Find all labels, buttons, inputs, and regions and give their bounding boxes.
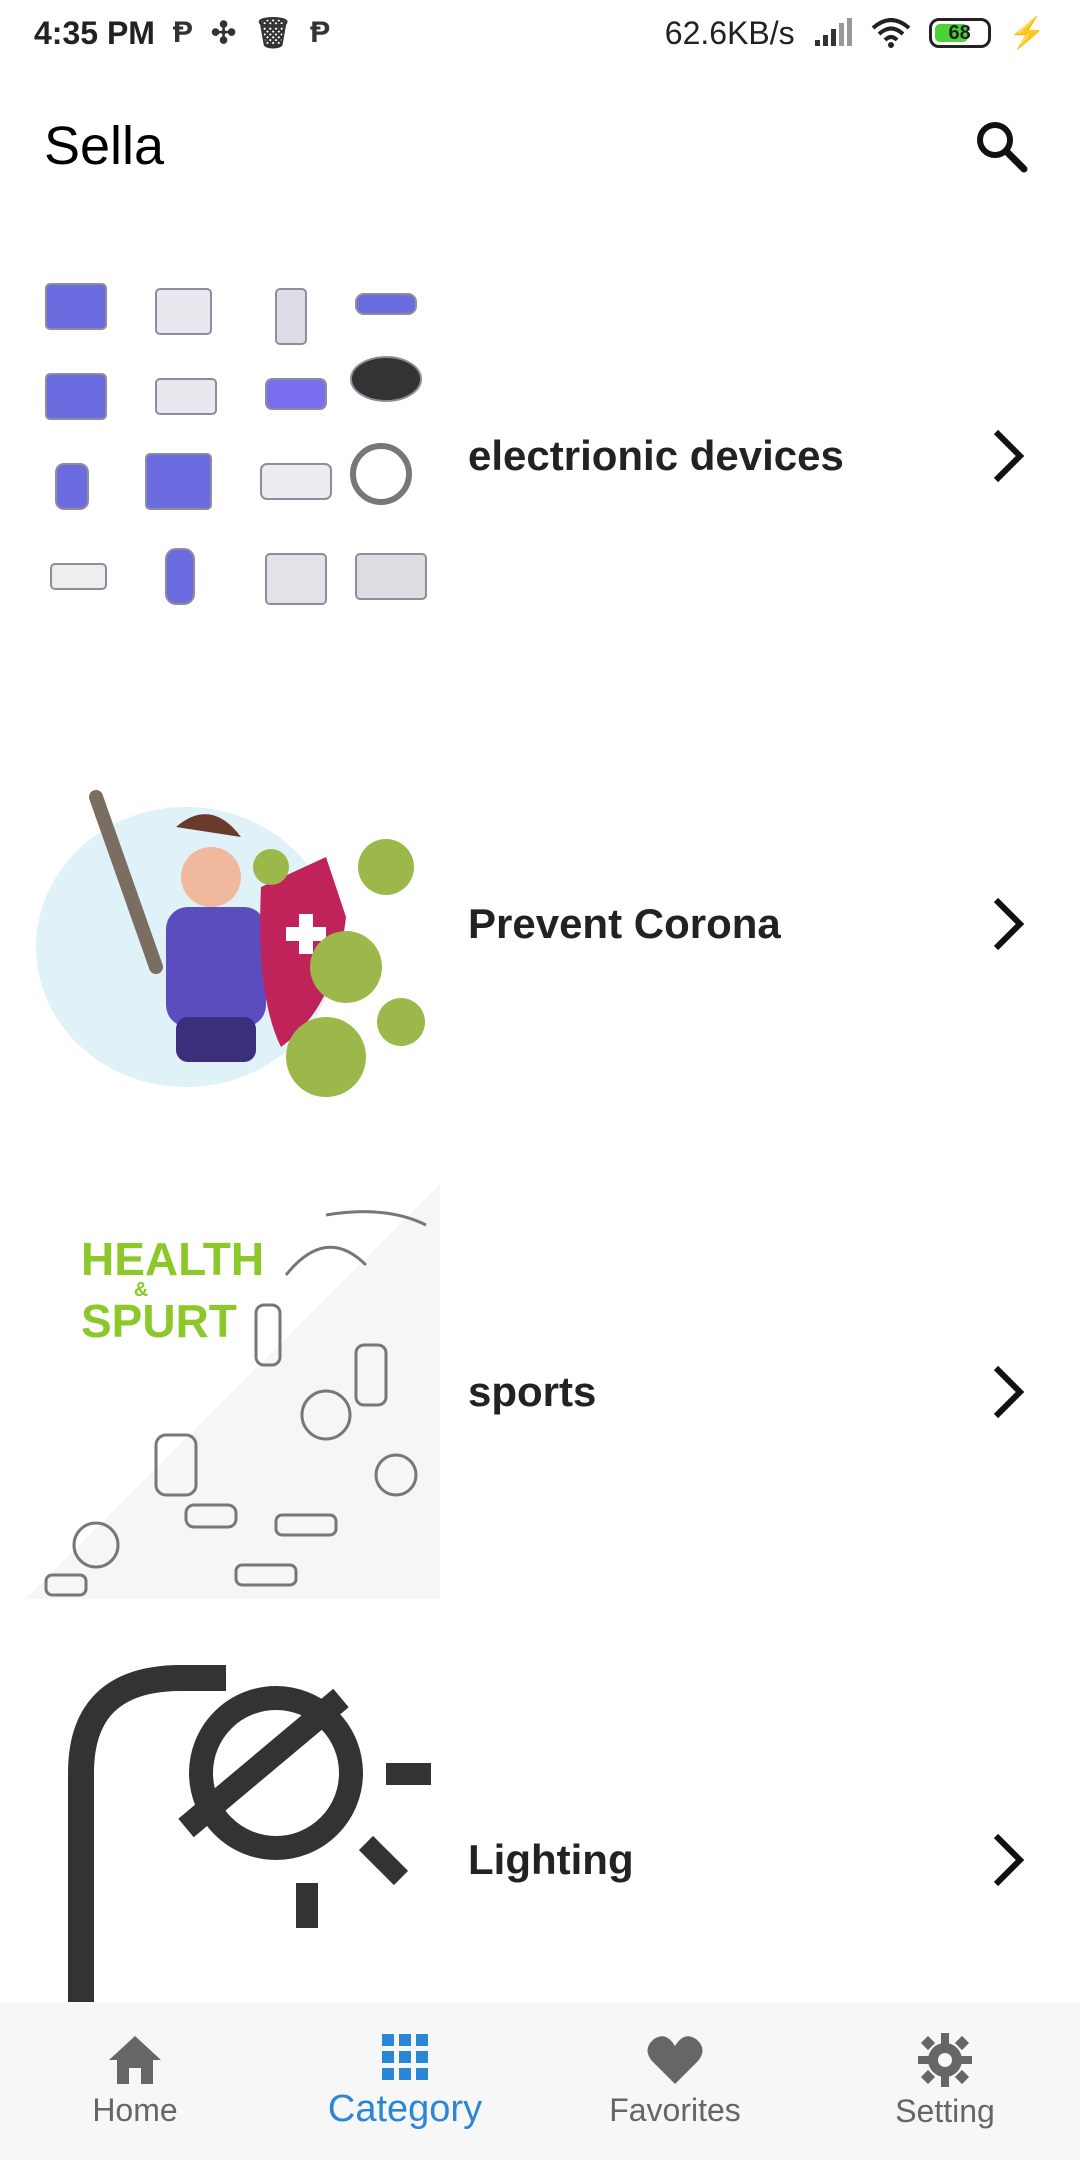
bottom-navigation: Home Category Favorites Setting — [0, 2002, 1080, 2160]
wifi-icon — [871, 18, 910, 48]
prevent-corona-image — [26, 717, 440, 1131]
electronic-devices-image — [26, 249, 440, 663]
charging-icon: ⚡ — [1008, 16, 1046, 50]
nav-category[interactable]: Category — [295, 2032, 515, 2131]
category-label: Lighting — [468, 1836, 634, 1883]
nav-setting[interactable]: Setting — [835, 2032, 1055, 2130]
parking-app-icon-2: Ᵽ — [310, 16, 331, 49]
heart-icon — [647, 2035, 703, 2084]
parking-app-icon: Ᵽ — [172, 16, 193, 49]
nav-label: Setting — [895, 2092, 995, 2129]
chevron-right-icon — [993, 897, 1025, 951]
signal-icon — [814, 18, 852, 46]
nav-favorites[interactable]: Favorites — [565, 2034, 785, 2129]
network-speed: 62.6KB/s — [664, 14, 795, 51]
category-row-electronic-devices[interactable]: electrionic devices — [0, 236, 1080, 676]
app-title: Sella — [44, 116, 165, 176]
status-bar: 4:35 PM Ᵽ ✣ 🗑 Ᵽ 62.6KB/s 68 ⚡ — [0, 0, 1080, 66]
nav-label: Favorites — [609, 2091, 741, 2128]
nav-home[interactable]: Home — [25, 2034, 245, 2129]
pinwheel-icon: ✣ — [210, 16, 237, 50]
trash-icon: 🗑 — [254, 16, 293, 50]
category-row-sports[interactable]: HEALTH & SPURT sports — [0, 1172, 1080, 1612]
category-row-prevent-corona[interactable]: Prevent Corona — [0, 704, 1080, 1144]
search-button[interactable] — [966, 111, 1036, 181]
category-label: electrionic devices — [468, 432, 844, 479]
gear-icon — [918, 2032, 972, 2087]
nav-label: Home — [92, 2091, 178, 2128]
grid-icon — [382, 2033, 428, 2080]
status-time: 4:35 PM — [34, 14, 155, 51]
app-bar: Sella — [0, 66, 1080, 226]
battery-indicator: 68 — [928, 18, 991, 48]
battery-level: 68 — [948, 21, 971, 44]
chevron-right-icon — [993, 429, 1025, 483]
chevron-right-icon — [993, 1833, 1025, 1887]
sports-image: HEALTH & SPURT — [26, 1185, 440, 1599]
chevron-right-icon — [993, 1365, 1025, 1419]
health-sport-logo: HEALTH & SPURT — [81, 1233, 265, 1347]
home-icon — [109, 2035, 161, 2084]
category-label: Prevent Corona — [468, 900, 781, 947]
search-icon — [977, 122, 1028, 173]
nav-label: Category — [327, 2087, 483, 2130]
category-label: sports — [468, 1368, 597, 1415]
